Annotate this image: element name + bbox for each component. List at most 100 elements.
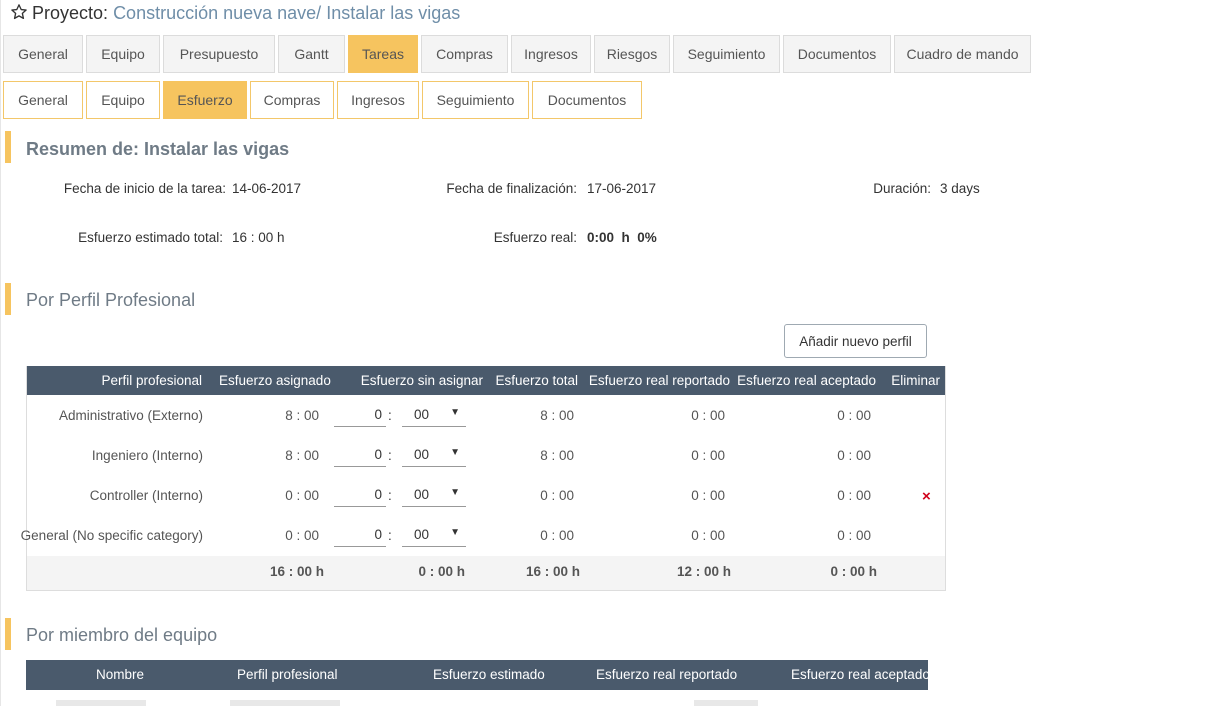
tab-seguimiento[interactable]: Seguimiento — [673, 35, 780, 73]
subtab-documentos[interactable]: Documentos — [532, 81, 642, 119]
table-row — [694, 700, 758, 706]
start-date-label: Fecha de inicio de la tarea: — [63, 181, 226, 196]
member-table-header: Nombre Perfil profesional Esfuerzo estim… — [26, 660, 930, 690]
star-icon[interactable] — [10, 3, 28, 21]
hours-input[interactable]: 0 — [334, 447, 386, 467]
th-reportado: Esfuerzo real reportado — [588, 373, 730, 388]
member-accent-bar — [5, 618, 11, 650]
table-row — [230, 700, 340, 706]
row-profile: General (No specific category) — [20, 528, 203, 543]
row-assigned: 8 : 00 — [285, 408, 319, 423]
th-sin-asignar: Esfuerzo sin asignar — [360, 373, 483, 388]
row-assigned: 0 : 00 — [285, 528, 319, 543]
hours-input[interactable]: 0 — [334, 487, 386, 507]
row-assigned: 8 : 00 — [285, 448, 319, 463]
add-profile-button[interactable]: Añadir nuevo perfil — [784, 324, 927, 358]
hours-input[interactable]: 0 — [334, 407, 386, 427]
profile-table-footer: 16 : 00 h 0 : 00 h 16 : 00 h 12 : 00 h 0… — [27, 556, 945, 590]
summary-accent-bar — [5, 131, 11, 163]
minutes-select[interactable]: 00 ▼ — [402, 407, 466, 427]
subtab-general[interactable]: General — [3, 81, 83, 119]
minutes-select[interactable]: 00 ▼ — [402, 527, 466, 547]
minutes-select[interactable]: 00 ▼ — [402, 447, 466, 467]
member-section-title: Por miembro del equipo — [26, 625, 218, 645]
minutes-value: 00 — [414, 447, 430, 462]
th-perfil: Perfil profesional — [101, 373, 202, 388]
row-profile: Administrativo (Externo) — [58, 408, 203, 423]
row-reported: 0 : 00 — [691, 528, 725, 543]
sub-tabs: General Equipo Esfuerzo Compras Ingresos… — [3, 81, 645, 119]
estimated-effort-value: 16 : 00 h — [232, 230, 285, 245]
start-date-value: 14-06-2017 — [232, 181, 302, 196]
row-reported: 0 : 00 — [691, 488, 725, 503]
duration-value: 3 days — [940, 181, 980, 196]
tab-tareas[interactable]: Tareas — [348, 35, 418, 73]
row-total: 8 : 00 — [540, 448, 574, 463]
th-asignado: Esfuerzo asignado — [219, 373, 331, 388]
row-total: 8 : 00 — [540, 408, 574, 423]
end-date-value: 17-06-2017 — [587, 181, 657, 196]
th-real-aceptado: Esfuerzo real aceptado — [791, 667, 930, 682]
row-accepted: 0 : 00 — [837, 488, 871, 503]
tab-gantt[interactable]: Gantt — [278, 35, 345, 73]
summary-title: Resumen de: Instalar las vigas — [26, 139, 290, 159]
subtab-seguimiento[interactable]: Seguimiento — [422, 81, 529, 119]
subtab-esfuerzo[interactable]: Esfuerzo — [163, 81, 247, 119]
project-name-link[interactable]: Construcción nueva nave/ Instalar las vi… — [113, 3, 460, 23]
footer-total: 16 : 00 h — [525, 564, 580, 579]
tab-compras[interactable]: Compras — [421, 35, 508, 73]
profile-table-header: Perfil profesional Esfuerzo asignado Esf… — [27, 366, 945, 395]
row-assigned: 0 : 00 — [285, 488, 319, 503]
row-total: 0 : 00 — [540, 528, 574, 543]
subtab-ingresos[interactable]: Ingresos — [337, 81, 419, 119]
th-real-reportado: Esfuerzo real reportado — [596, 667, 738, 682]
tab-general[interactable]: General — [3, 35, 83, 73]
project-title: Proyecto: Construcción nueva nave/ Insta… — [10, 3, 460, 24]
caret-down-icon: ▼ — [450, 447, 460, 458]
minutes-select[interactable]: 00 ▼ — [402, 487, 466, 507]
th-total: Esfuerzo total — [495, 373, 578, 388]
tab-riesgos[interactable]: Riesgos — [594, 35, 670, 73]
subtab-equipo[interactable]: Equipo — [86, 81, 160, 119]
row-accepted: 0 : 00 — [837, 528, 871, 543]
estimated-effort-label: Esfuerzo estimado total: — [78, 230, 223, 245]
tab-ingresos[interactable]: Ingresos — [511, 35, 591, 73]
th-nombre: Nombre — [96, 667, 145, 682]
th-perfil-profesional: Perfil profesional — [237, 667, 338, 682]
left-border — [0, 0, 1, 706]
footer-unassigned: 0 : 00 h — [418, 564, 465, 579]
time-separator: : — [388, 488, 392, 503]
real-effort-label: Esfuerzo real: — [493, 230, 577, 245]
profile-table: Perfil profesional Esfuerzo asignado Esf… — [21, 366, 946, 591]
end-date-label: Fecha de finalización: — [446, 181, 577, 196]
real-effort-value: 0:00 h 0% — [587, 230, 657, 245]
profile-section-title: Por Perfil Profesional — [26, 290, 196, 310]
row-total: 0 : 00 — [540, 488, 574, 503]
time-separator: : — [388, 528, 392, 543]
footer-accepted: 0 : 00 h — [830, 564, 877, 579]
th-aceptado: Esfuerzo real aceptado — [737, 373, 876, 388]
caret-down-icon: ▼ — [450, 407, 460, 418]
row-reported: 0 : 00 — [691, 408, 725, 423]
time-separator: : — [388, 448, 392, 463]
row-reported: 0 : 00 — [691, 448, 725, 463]
time-separator: : — [388, 408, 392, 423]
tab-presupuesto[interactable]: Presupuesto — [163, 35, 275, 73]
row-accepted: 0 : 00 — [837, 408, 871, 423]
th-estimado: Esfuerzo estimado — [433, 667, 545, 682]
project-prefix: Proyecto: — [32, 3, 109, 23]
main-tabs: General Equipo Presupuesto Gantt Tareas … — [3, 35, 1034, 73]
tab-cuadro-de-mando[interactable]: Cuadro de mando — [894, 35, 1031, 73]
hours-input[interactable]: 0 — [334, 527, 386, 547]
tab-equipo[interactable]: Equipo — [86, 35, 160, 73]
duration-label: Duración: — [873, 181, 931, 196]
table-row — [56, 700, 146, 706]
tab-documentos[interactable]: Documentos — [783, 35, 891, 73]
th-eliminar: Eliminar — [891, 373, 940, 388]
minutes-value: 00 — [414, 487, 430, 502]
footer-reported: 12 : 00 h — [676, 564, 731, 579]
delete-icon[interactable]: × — [922, 488, 931, 505]
caret-down-icon: ▼ — [450, 487, 460, 498]
minutes-value: 00 — [414, 407, 430, 422]
subtab-compras[interactable]: Compras — [250, 81, 334, 119]
